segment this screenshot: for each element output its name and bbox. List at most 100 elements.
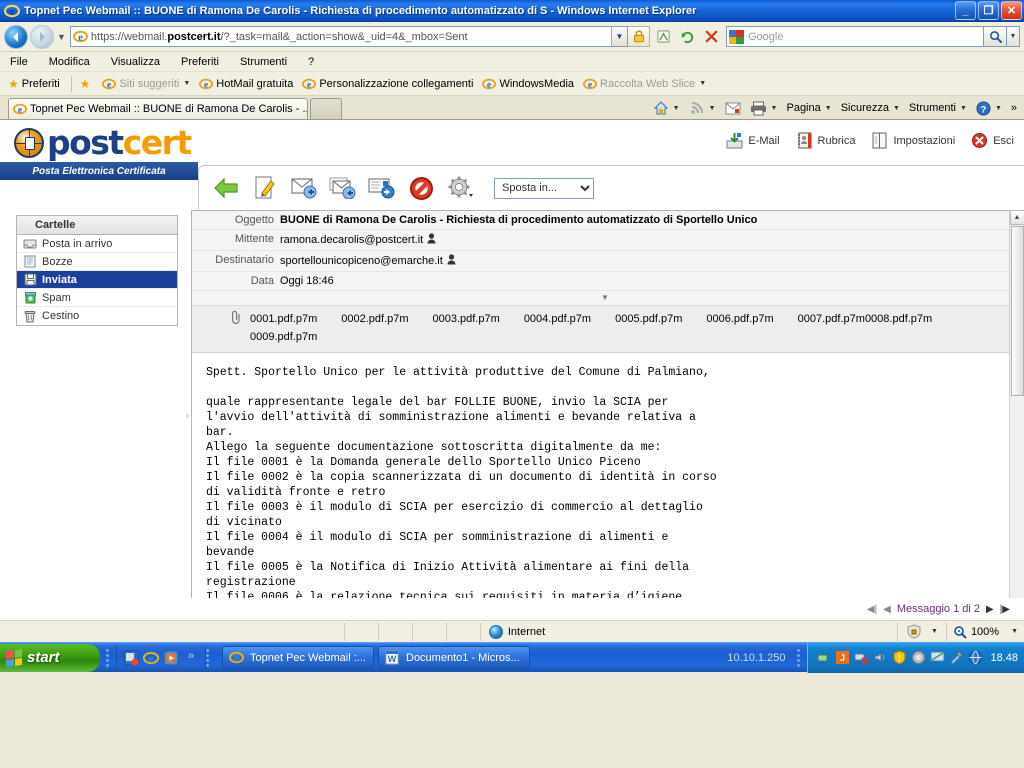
forward-envelope-icon[interactable] — [367, 173, 397, 203]
help-menu-button[interactable]: ? ▼ — [973, 100, 1005, 117]
attachment-item[interactable]: 0003.pdf.p7m — [433, 310, 500, 328]
network-disconnected-icon[interactable] — [854, 650, 870, 665]
expand-headers-button[interactable]: ▼ — [191, 291, 1018, 306]
menu-strumenti[interactable]: Strumenti — [240, 56, 287, 68]
attachment-item[interactable]: 0006.pdf.p7m — [706, 310, 773, 328]
first-message-button[interactable]: ◀| — [867, 604, 877, 615]
header-link-rubrica[interactable]: Rubrica — [796, 132, 855, 149]
display-icon[interactable] — [930, 650, 945, 665]
message-scrollbar[interactable]: ▲ ▼ — [1009, 210, 1024, 620]
chevron-down-icon[interactable]: ▼ — [995, 105, 1002, 112]
attachment-item[interactable]: 0009.pdf.p7m — [250, 328, 317, 346]
chevron-down-icon[interactable]: ▼ — [931, 628, 938, 635]
chevron-down-icon[interactable]: ▼ — [893, 105, 900, 112]
address-bar[interactable]: e https://webmail.postcert.it/?_task=mai… — [69, 26, 628, 47]
attachment-item[interactable]: 0007.pdf.p7m — [798, 310, 865, 328]
media-player-icon[interactable] — [163, 650, 179, 666]
shield-warning-icon[interactable]: ! — [892, 650, 907, 665]
chevron-down-icon[interactable]: ▼ — [771, 105, 778, 112]
reply-all-envelope-icon[interactable] — [328, 173, 358, 203]
new-tab-button[interactable] — [310, 98, 342, 119]
search-go-button[interactable] — [984, 26, 1007, 47]
back-button[interactable] — [211, 173, 241, 203]
menu-preferiti[interactable]: Preferiti — [181, 56, 219, 68]
scroll-up-button[interactable]: ▲ — [1009, 210, 1024, 225]
tools-menu-button[interactable]: Strumenti ▼ — [906, 101, 970, 115]
stop-button[interactable] — [700, 26, 722, 48]
restore-button[interactable]: ❐ — [978, 1, 999, 20]
attachment-item[interactable]: 0004.pdf.p7m — [524, 310, 591, 328]
previous-message-button[interactable]: ◀ — [883, 604, 891, 615]
add-contact-icon[interactable] — [447, 254, 456, 268]
scrollbar-thumb[interactable] — [1011, 226, 1024, 396]
more-chevron-icon[interactable]: » — [183, 650, 199, 666]
sidebar-item-posta-in-arrivo[interactable]: Posta in arrivo — [17, 235, 178, 253]
minimize-button[interactable]: _ — [955, 1, 976, 20]
update-icon[interactable] — [911, 650, 926, 665]
search-provider-chevron-icon[interactable]: ▼ — [1007, 26, 1020, 47]
print-button[interactable]: ▼ — [747, 100, 781, 117]
menu-file[interactable]: File — [10, 56, 28, 68]
taskbar-item-webmail[interactable]: e Topnet Pec Webmail :... — [222, 646, 374, 669]
chevron-down-icon[interactable]: ▼ — [673, 105, 680, 112]
chevron-down-icon[interactable]: ▼ — [825, 105, 832, 112]
security-menu-button[interactable]: Sicurezza ▼ — [838, 101, 903, 115]
move-to-select[interactable]: Sposta in... — [494, 177, 594, 199]
taskbar-grip[interactable] — [797, 648, 802, 668]
taskbar-item-documento1[interactable]: W Documento1 - Micros... — [378, 646, 530, 669]
attachment-item[interactable]: 0005.pdf.p7m — [615, 310, 682, 328]
attachment-item[interactable]: 0008.pdf.p7m — [865, 310, 932, 328]
sidebar-resize-handle[interactable]: ‹ — [184, 210, 191, 620]
start-button[interactable]: start — [0, 643, 100, 672]
add-to-favorites-bar-button[interactable]: ★ — [78, 77, 99, 91]
forward-button[interactable] — [30, 24, 54, 49]
sidebar-item-bozze[interactable]: Bozze — [17, 253, 178, 271]
attachment-item[interactable]: 0002.pdf.p7m — [341, 310, 408, 328]
attachment-item[interactable]: 0001.pdf.p7m — [250, 310, 317, 328]
feeds-button[interactable]: ▼ — [686, 99, 719, 117]
java-icon[interactable]: J — [835, 650, 850, 665]
command-bar-overflow-button[interactable]: » — [1008, 101, 1020, 115]
menu-modifica[interactable]: Modifica — [49, 56, 90, 68]
page-menu-button[interactable]: Pagina ▼ — [783, 101, 834, 115]
fav-web-slice[interactable]: e Raccolta Web Slice ▼ — [581, 77, 711, 91]
network-icon[interactable] — [816, 650, 831, 665]
reply-envelope-icon[interactable] — [289, 173, 319, 203]
chevron-down-icon[interactable]: ▼ — [960, 105, 967, 112]
home-button[interactable]: ▼ — [650, 99, 683, 117]
show-desktop-icon[interactable] — [123, 650, 139, 666]
sidebar-item-cestino[interactable]: Cestino — [17, 307, 177, 325]
favorites-button[interactable]: ★ Preferiti — [6, 77, 65, 91]
chevron-down-icon[interactable]: ▼ — [699, 80, 706, 87]
back-button[interactable] — [4, 24, 28, 49]
zoom-control[interactable]: 100% ▼ — [947, 625, 1024, 639]
close-button[interactable]: ✕ — [1001, 1, 1022, 20]
ssl-lock-icon[interactable] — [628, 26, 650, 47]
chevron-down-icon[interactable]: ▼ — [183, 80, 190, 87]
compose-pencil-icon[interactable] — [250, 173, 280, 203]
sidebar-item-inviata[interactable]: Inviata — [17, 271, 178, 289]
chevron-down-icon[interactable]: ▼ — [709, 105, 716, 112]
globe-icon[interactable] — [968, 650, 983, 665]
menu-help[interactable]: ? — [308, 56, 314, 68]
system-clock[interactable]: 18.48 — [990, 652, 1018, 664]
tools-icon[interactable] — [949, 650, 964, 665]
taskbar-grip[interactable] — [206, 648, 211, 668]
gear-icon[interactable] — [445, 173, 475, 203]
search-input[interactable]: Google — [726, 26, 984, 47]
ie-icon[interactable]: e — [142, 650, 160, 666]
read-mail-button[interactable] — [722, 101, 744, 116]
header-link-esci[interactable]: Esci — [971, 132, 1014, 149]
next-message-button[interactable]: ▶ — [986, 604, 994, 615]
security-zone[interactable]: Internet — [481, 622, 898, 641]
volume-icon[interactable] — [873, 650, 888, 665]
sidebar-item-spam[interactable]: Spam — [17, 289, 178, 307]
delete-button[interactable] — [406, 173, 436, 203]
menu-visualizza[interactable]: Visualizza — [111, 56, 160, 68]
header-link-impostazioni[interactable]: Impostazioni — [871, 132, 955, 149]
tab-topnet-pec-webmail[interactable]: e Topnet Pec Webmail :: BUONE di Ramona … — [8, 98, 308, 119]
add-contact-icon[interactable] — [427, 233, 436, 247]
address-dropdown-icon[interactable]: ▼ — [611, 27, 627, 46]
chevron-down-icon[interactable]: ▼ — [1011, 628, 1018, 635]
recent-pages-chevron-icon[interactable]: ▼ — [57, 32, 66, 42]
